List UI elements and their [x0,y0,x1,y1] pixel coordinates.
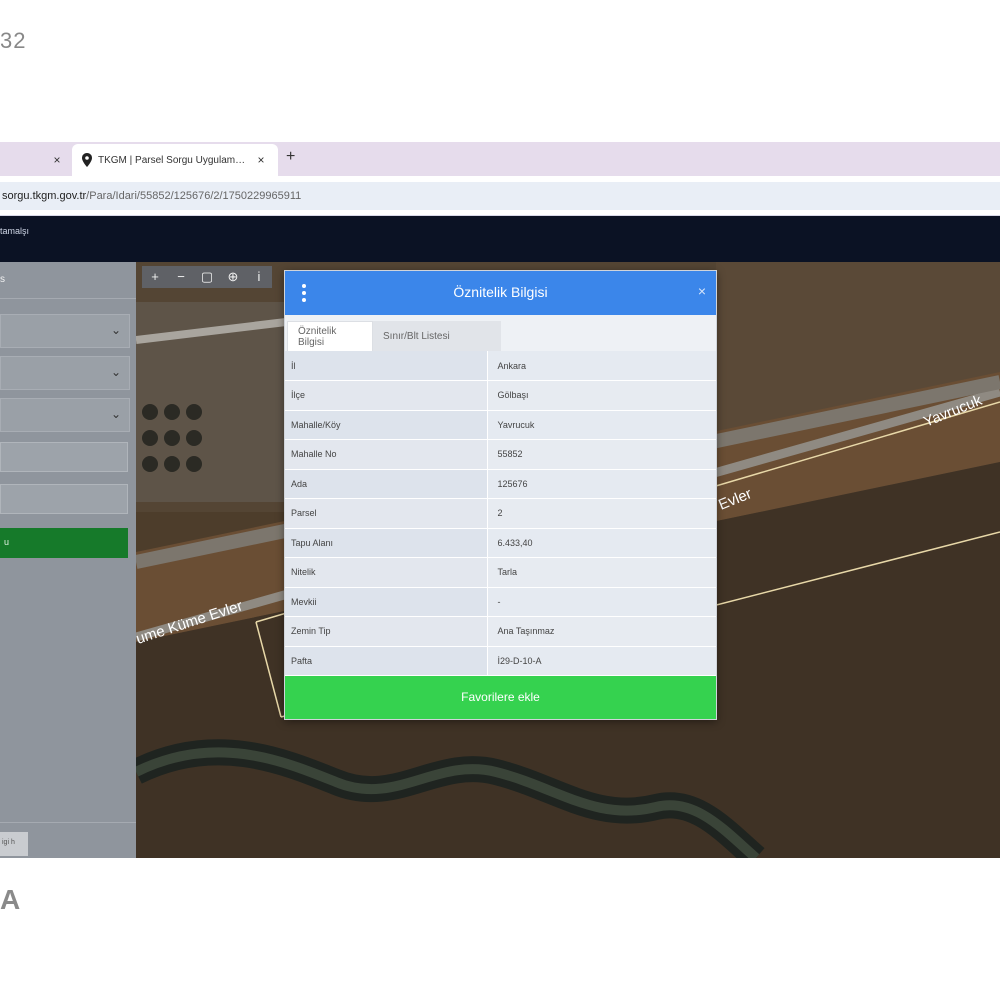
close-icon[interactable]: × [254,153,268,167]
info-button[interactable]: i [246,266,272,288]
attribute-key: Mevkii [285,587,488,617]
frame-button[interactable]: ▢ [194,266,220,288]
attribute-key: Ada [285,469,488,499]
attribute-key: Tapu Alanı [285,528,488,558]
close-icon[interactable]: × [698,283,706,299]
table-row: Mevkii - [285,587,716,617]
attribute-value: Tarla [487,557,716,588]
attribute-info-dialog: Öznitelik Bilgisi × Öznitelik Bilgisi Sı… [284,270,717,720]
attribute-value: 125676 [487,469,716,499]
corner-text-bottom: A [0,884,21,915]
block-input[interactable] [0,442,128,472]
attribute-key: Mahalle/Köy [285,410,488,440]
url-path: /Para/Idari/55852/125676/2/1750229965911 [86,190,302,202]
browser-tab-active[interactable]: TKGM | Parsel Sorgu Uygulam… × [72,144,278,176]
attribute-value: Ankara [487,351,716,381]
table-row: İlçe Gölbaşı [285,380,716,411]
district-select[interactable]: ⌄ [0,356,130,390]
url-field[interactable]: sorgu.tkgm.gov.tr /Para/Idari/55852/1256… [0,182,1000,210]
attribute-value: İ29-D-10-A [487,646,716,676]
sidebar-heading: s [0,274,5,285]
attribute-value: Gölbaşı [487,380,716,411]
attribute-key: Mahalle No [285,439,488,470]
sidebar-panel: s ⌄ ⌄ ⌄ u igi h [0,262,136,858]
attribute-key: Zemin Tip [285,616,488,647]
location-pin-icon [82,153,92,167]
app-title: tamalşı [0,226,30,236]
attribute-key: İl [285,351,488,381]
table-row: Mahalle/Köy Yavrucuk [285,410,716,440]
table-row: Pafta İ29-D-10-A [285,646,716,676]
url-host: sorgu.tkgm.gov.tr [2,190,87,202]
attribute-value: - [487,587,716,617]
table-row: Zemin Tip Ana Taşınmaz [285,616,716,647]
close-icon[interactable]: × [50,153,64,167]
attribute-key: İlçe [285,380,488,411]
province-select[interactable]: ⌄ [0,314,130,348]
dialog-tabs: Öznitelik Bilgisi Sınır/Blt Listesi [285,315,716,351]
app-header: tamalşı [0,216,1000,262]
table-row: Ada 125676 [285,469,716,499]
browser-tab-previous[interactable]: × [0,144,72,176]
neighborhood-select[interactable]: ⌄ [0,398,130,432]
add-to-favorites-button[interactable]: Favorilere ekle [285,676,716,719]
table-row: İl Ankara [285,351,716,381]
table-row: Parsel 2 [285,498,716,529]
tab-title: TKGM | Parsel Sorgu Uygulam… [98,154,246,166]
query-button[interactable]: u [0,528,128,558]
sidebar-footer-badge: igi h [0,832,28,856]
zoom-in-button[interactable]: + [142,266,168,288]
table-row: Mahalle No 55852 [285,439,716,470]
attribute-table: İl Ankara İlçe Gölbaşı Mahalle/Köy Yavrucuk Ma… [285,351,716,676]
chevron-down-icon: ⌄ [110,323,121,337]
chevron-down-icon: ⌄ [110,365,121,379]
new-tab-button[interactable]: + [286,148,295,166]
dialog-header: Öznitelik Bilgisi × [285,271,716,315]
browser-tab-bar: × TKGM | Parsel Sorgu Uygulam… × + [0,142,1000,176]
table-row: Nitelik Tarla [285,557,716,588]
attribute-value: 2 [487,498,716,529]
attribute-value: 6.433,40 [487,528,716,558]
attribute-value: 55852 [487,439,716,470]
map-toolbar: + − ▢ ⊕ i [142,266,272,288]
zoom-out-button[interactable]: − [168,266,194,288]
parcel-input[interactable] [0,484,128,514]
attribute-value: Ana Taşınmaz [487,616,716,647]
tab-attribute-info[interactable]: Öznitelik Bilgisi [287,321,373,351]
dialog-title: Öznitelik Bilgisi [453,284,548,300]
address-bar: sorgu.tkgm.gov.tr /Para/Idari/55852/1256… [0,176,1000,216]
corner-text-top: 32 [0,28,27,53]
divider [0,298,136,299]
tab-boundary-list[interactable]: Sınır/Blt Listesi [373,321,501,351]
chevron-down-icon: ⌄ [110,407,121,421]
attribute-key: Nitelik [285,557,488,588]
table-row: Tapu Alanı 6.433,40 [285,528,716,558]
locate-button[interactable]: ⊕ [220,266,246,288]
attribute-key: Parsel [285,498,488,529]
divider [0,822,136,823]
attribute-value: Yavrucuk [487,410,716,440]
attribute-key: Pafta [285,646,488,676]
